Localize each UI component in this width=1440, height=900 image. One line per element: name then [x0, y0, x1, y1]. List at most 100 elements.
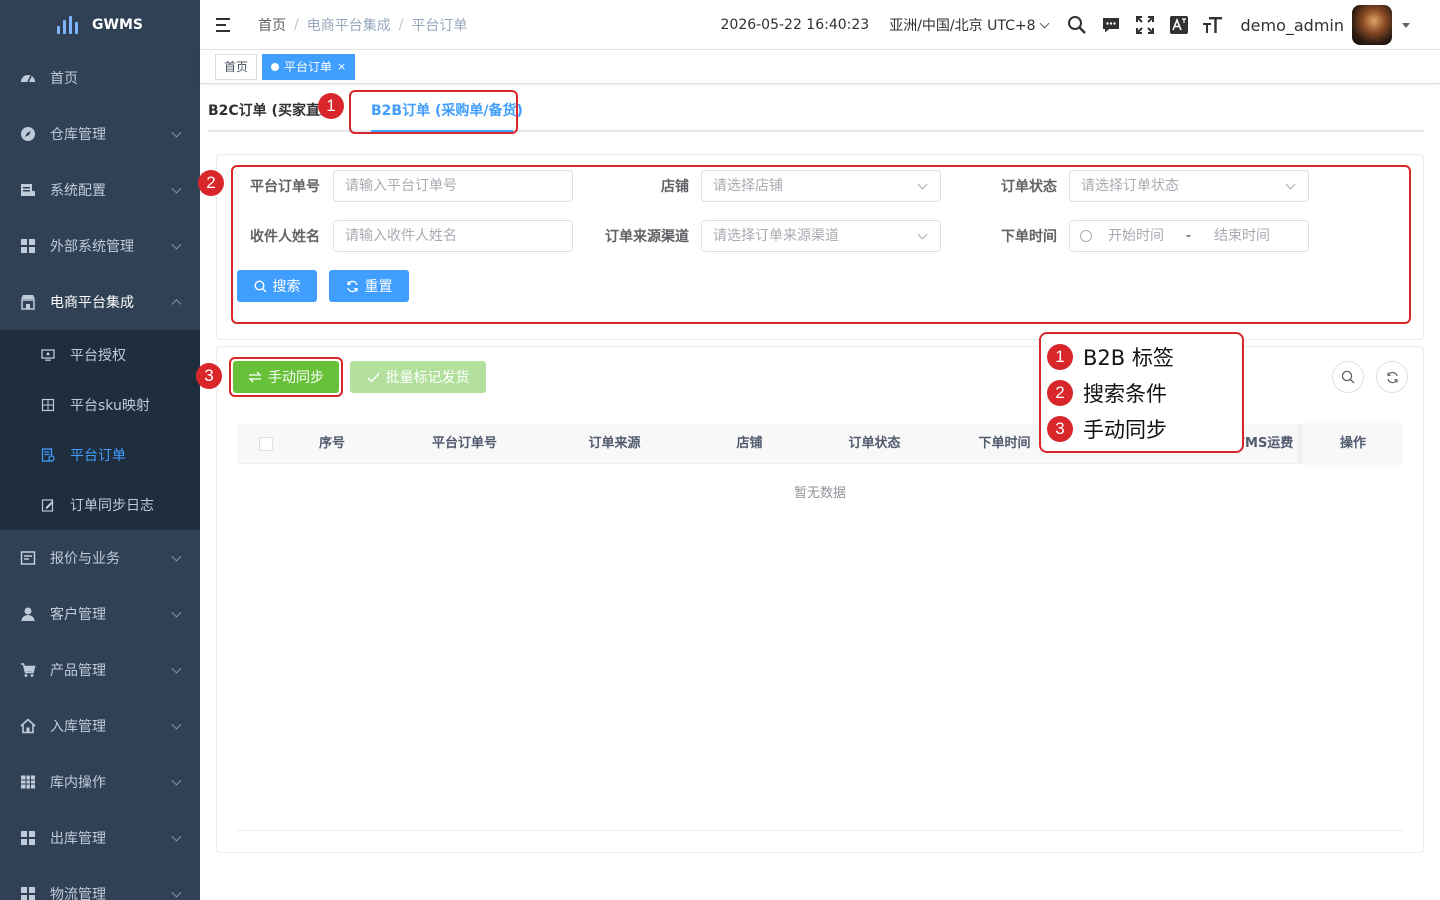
chevron-down-icon [171, 775, 182, 786]
annotation-box-b2b-tab [349, 90, 518, 134]
breadcrumb-item-current: 平台订单 [411, 17, 468, 34]
sidebar-item-warehouse-ops[interactable]: 库内操作 [0, 754, 200, 810]
refresh-icon [1386, 371, 1398, 383]
chevron-down-icon [171, 551, 182, 562]
app-logo[interactable]: GWMS [0, 0, 200, 50]
sidebar-item-outbound[interactable]: 出库管理 [0, 810, 200, 866]
chevron-down-icon [171, 127, 182, 138]
column-header: 操作 [1339, 436, 1366, 451]
username[interactable]: demo_admin [1240, 16, 1344, 35]
top-navbar: 首页 / 电商平台集成 / 平台订单 2026-05-22 16:40:23 亚… [200, 0, 1440, 50]
current-datetime: 2026-05-22 16:40:23 [720, 17, 870, 33]
sidebar-item-platform-auth[interactable]: 平台授权 [0, 330, 200, 380]
table-icon [20, 774, 36, 790]
sidebar-item-sku-mapping[interactable]: 平台sku映射 [0, 380, 200, 430]
fixed-actions-column: 操作 [1301, 424, 1403, 464]
chevron-down-icon [1040, 18, 1050, 28]
chevron-up-icon [171, 299, 182, 310]
tab-b2c[interactable]: B2C订单 (买家直发) [208, 90, 323, 132]
mapping-icon [40, 397, 56, 413]
avatar[interactable] [1352, 5, 1392, 45]
breadcrumb: 首页 / 电商平台集成 / 平台订单 [258, 15, 467, 35]
breadcrumb-separator: / [294, 16, 299, 33]
check-icon [367, 372, 380, 383]
annotation-box-sync [229, 357, 343, 397]
column-header: 订单来源 [588, 436, 641, 451]
annotation-legend: 1 B2B 标签 2 搜索条件 3 手动同步 [1039, 332, 1244, 453]
annotation-marker: 3 [196, 363, 222, 389]
column-header: 店铺 [736, 436, 763, 451]
legend-item: 2 搜索条件 [1047, 378, 1167, 408]
fullscreen-icon[interactable] [1134, 14, 1156, 36]
document-icon [40, 447, 56, 463]
font-size-icon[interactable] [1202, 14, 1224, 36]
dashboard-icon [20, 70, 36, 86]
sidebar-item-quotes[interactable]: 报价与业务 [0, 530, 200, 586]
close-icon[interactable]: × [337, 55, 346, 79]
annotation-marker: 2 [198, 170, 224, 196]
column-header: 平台订单号 [431, 436, 497, 451]
compass-icon [20, 126, 36, 142]
table-empty-text: 暂无数据 [793, 486, 846, 501]
batch-mark-shipped-button[interactable]: 批量标记发货 [350, 361, 486, 393]
column-header: 下单时间 [978, 436, 1031, 451]
table-divider [237, 830, 1403, 831]
grid-icon [20, 886, 36, 900]
sidebar-item-inbound[interactable]: 入库管理 [0, 698, 200, 754]
search-icon[interactable] [1066, 14, 1088, 36]
chevron-down-icon [171, 183, 182, 194]
edit-icon [40, 497, 56, 513]
sidebar-item-customers[interactable]: 客户管理 [0, 586, 200, 642]
chevron-down-icon [171, 719, 182, 730]
menu-toggle-icon[interactable] [216, 17, 234, 32]
caret-down-icon[interactable] [1402, 22, 1410, 28]
tag-home[interactable]: 首页 [215, 53, 258, 80]
sidebar-item-system-config[interactable]: 系统配置 [0, 162, 200, 218]
tag-platform-orders[interactable]: 平台订单 × [262, 53, 356, 80]
sidebar-item-ecommerce[interactable]: 电商平台集成 [0, 274, 200, 330]
logo-icon [57, 16, 79, 34]
message-icon[interactable] [1100, 14, 1122, 36]
sidebar-item-platform-orders[interactable]: 平台订单 [0, 430, 200, 480]
translate-icon[interactable] [1168, 14, 1190, 36]
chevron-down-icon [171, 663, 182, 674]
list-icon [20, 182, 36, 198]
annotation-marker: 1 [318, 93, 344, 119]
breadcrumb-item-ecommerce[interactable]: 电商平台集成 [307, 15, 391, 35]
breadcrumb-separator: / [398, 16, 404, 33]
chevron-down-icon [171, 887, 182, 898]
chevron-down-icon [171, 607, 182, 618]
active-dot-icon [271, 62, 280, 71]
sidebar-item-warehouse[interactable]: 仓库管理 [0, 106, 200, 162]
column-header: 序号 [318, 436, 345, 451]
chevron-down-icon [171, 239, 182, 250]
search-icon [1341, 370, 1355, 384]
monitor-icon [40, 347, 56, 363]
sidebar-item-external-systems[interactable]: 外部系统管理 [0, 218, 200, 274]
sidebar-item-home[interactable]: 首页 [0, 50, 200, 106]
toggle-search-button[interactable] [1332, 361, 1364, 393]
shop-icon [20, 294, 36, 310]
user-icon [20, 606, 36, 622]
refresh-table-button[interactable] [1376, 361, 1408, 393]
home-icon [20, 718, 36, 734]
ecommerce-submenu: 平台授权 平台sku映射 平台订单 订单同步日志 [0, 330, 200, 530]
sidebar: GWMS 首页 仓库管理 系统配置 外部系统管理 电商平台集成 平台授权 平台s… [0, 0, 200, 900]
legend-item: 3 手动同步 [1047, 414, 1167, 444]
breadcrumb-item-home[interactable]: 首页 [258, 15, 286, 35]
sidebar-item-products[interactable]: 产品管理 [0, 642, 200, 698]
chevron-down-icon [171, 831, 182, 842]
legend-item: 1 B2B 标签 [1047, 342, 1174, 372]
grid-icon [20, 830, 36, 846]
tags-view: 首页 平台订单 × [200, 50, 1440, 84]
quote-icon [20, 550, 36, 566]
select-all-checkbox[interactable] [259, 437, 273, 451]
annotation-box-search [231, 165, 1411, 324]
app-name: GWMS [92, 17, 143, 33]
timezone-select[interactable]: 亚洲/中国/北京 UTC+8 [889, 15, 1050, 35]
grid-icon [20, 238, 36, 254]
sidebar-item-sync-log[interactable]: 订单同步日志 [0, 480, 200, 530]
cart-icon [20, 662, 36, 678]
column-header: 订单状态 [848, 436, 901, 451]
sidebar-item-logistics[interactable]: 物流管理 [0, 866, 200, 900]
